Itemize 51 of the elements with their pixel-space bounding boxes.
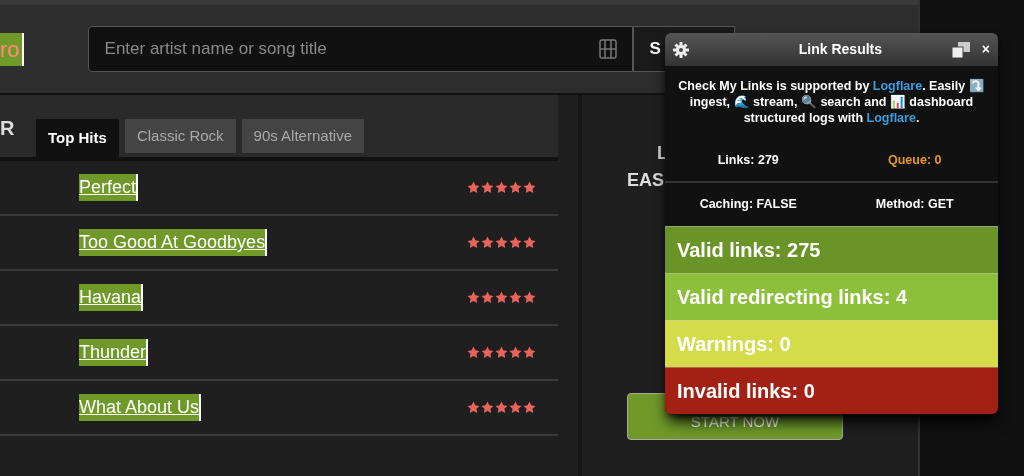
star-icon [495,401,508,414]
song-link[interactable]: Thunder [79,339,149,366]
result-bar: Valid links: 275 [665,226,998,273]
star-icon [523,291,536,304]
star-icon [467,401,480,414]
star-icon [523,401,536,414]
promo-text: EAS [627,169,664,192]
star-icon [467,291,480,304]
star-icon [467,236,480,249]
stat-text: Links: 279 [717,152,779,170]
popout-icon[interactable] [951,41,970,58]
panel-title: Link Results [797,40,884,59]
star-icon [495,291,508,304]
song-link[interactable]: What About Us [79,394,202,421]
star-icon [509,236,522,249]
star-icon [509,401,522,414]
stat-text: Caching: FALSE [699,196,797,214]
result-bar: Valid redirecting links: 4 [665,273,998,320]
star-icon [495,181,508,194]
star-icon [523,181,536,194]
star-icon [495,346,508,359]
stat-text: Queue: 0 [888,152,942,170]
sponsor-text: Check My Links is supported by Logflare. Easily ⤵ ingest, 🌊 stream, 🔍 search and 📊 dashboard structured logs with Logflare. [677,78,986,126]
result-bar: Warnings: 0 [665,320,998,367]
star-icon [509,291,522,304]
star-icon [509,181,522,194]
section-heading: R [0,116,16,141]
star-icon [509,346,522,359]
search-field[interactable]: Enter artist name or song title [87,26,633,72]
close-button[interactable]: × [981,39,990,60]
song-link[interactable]: Too Good At Goodbyes [79,229,268,256]
stat-text: Method: GET [875,196,954,214]
star-icon [523,236,536,249]
tab[interactable]: Classic Rock [124,119,236,153]
star-icon [481,346,494,359]
song-link[interactable]: Havana [79,284,144,311]
star-icon [481,291,494,304]
star-icon [481,236,494,249]
tab[interactable]: Top Hits [36,119,119,157]
song-link[interactable]: Perfect [79,174,139,201]
logflare-link[interactable]: Logflare [866,111,916,125]
keyboard-icon[interactable] [598,39,617,59]
tab[interactable]: 90s Alternative [241,119,364,153]
star-icon [467,346,480,359]
star-icon [481,181,494,194]
star-icon [467,181,480,194]
result-bar: Invalid links: 0 [665,367,998,414]
star-icon [523,346,536,359]
star-icon [495,236,508,249]
settings-icon[interactable] [673,41,689,58]
star-icon [481,401,494,414]
